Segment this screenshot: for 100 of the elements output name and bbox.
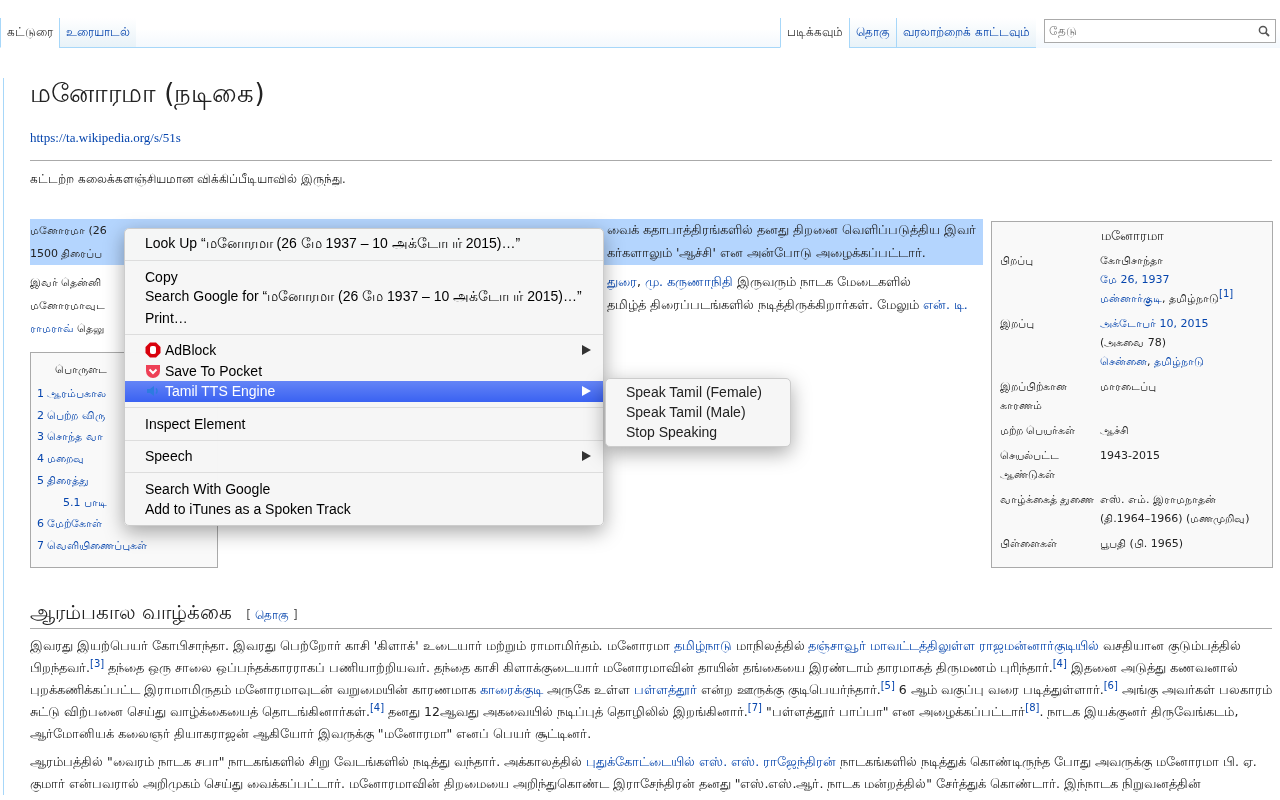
link[interactable]: துரை [607, 274, 637, 289]
section-heading: ஆரம்பகால வாழ்க்கை [30, 600, 233, 626]
tab[interactable]: வரலாற்றைக் காட்டவும் [896, 18, 1036, 48]
body-text: நாடகங்களில் நடித்துக் கொண்டிருந்த போது அவருக்கு மனோரமா பி. ஏ. [839, 754, 1257, 769]
toc-link[interactable]: 7 வெளியிணைப்புகள் [37, 534, 217, 557]
toc-title: பொருளட [55, 363, 107, 377]
body-text: "பள்ளத்தூர் பாப்பா" என அழைக்கப்பட்டார் [764, 704, 1026, 719]
citation-link[interactable]: [7] [747, 701, 762, 713]
link[interactable]: தஞ்சாவூர் மாவட்டத்திலுள்ள ராஜமன்னார்குடியில் [808, 638, 1100, 653]
citation-link[interactable]: [5] [880, 679, 895, 691]
body-text: ஆச்சி [1100, 424, 1129, 437]
search-field[interactable]: தேடு [1044, 19, 1276, 43]
menu-item[interactable]: Search With Google [125, 478, 603, 499]
menu-item[interactable]: Inspect Element [125, 413, 603, 434]
link[interactable]: அக்டோபர் 10, 2015 [1100, 317, 1209, 330]
body-text: குமார் என்பவரால் அறிமுகம் செய்து வைக்கப்பட்டார். மனோரமாவின் திறமையை அறிந்துகொண்ட இராசேந்திரன் தனது "எஸ்.எஸ்.ஆர். நாடக மன்றத்தில்" சேர்த்துக் கொண்டார். இந்நாடக நிறுவனத்தின் [30, 776, 1201, 791]
bracket: [ [246, 608, 252, 623]
body-text: மாரடைப்பு [1100, 380, 1156, 393]
body-text: புறக்கணிக்கப்பட்ட இராமாமிருதம் மனோரமாவுடன் வறுமையின் காரணமாக [30, 682, 477, 697]
body-text: பிறந்தவர். [30, 660, 90, 675]
body-text: பூபதி (பி. 1965) [1100, 537, 1184, 550]
body-text: 6 ஆம் வகுப்பு வரை படித்துள்ளார். [897, 682, 1104, 697]
body-text: இருவரும் நாடக மேடைகளில் [735, 274, 911, 289]
tagline: கட்டற்ற கலைக்களஞ்சியமான விக்கிப்பீடியாவில் இருந்து. [30, 172, 346, 187]
body-text: கோபிசாந்தா [1100, 254, 1163, 267]
link[interactable]: தமிழ்நாடு [673, 638, 732, 653]
short-url-link[interactable]: https://ta.wikipedia.org/s/51s [30, 130, 181, 146]
body-text: , [1147, 355, 1152, 368]
menu-item[interactable]: Print… [125, 307, 603, 328]
link[interactable]: காரைக்குடி [479, 682, 543, 697]
body-text: சுட்டு விற்பனை செய்து வாழ்க்கையைத் தொடங்கினார்கள். [30, 704, 370, 719]
body-text: இதனை அடுத்து கணவனால் [1069, 660, 1238, 675]
tab[interactable]: கட்டுரை [0, 18, 59, 48]
body-text: ஆர்மோனியக் கலைஞர் தியாகராஜன் ஆகியோர் இவருக்கு "மனோரமா" எனப் பெயர் சூட்டினர். [30, 726, 592, 741]
bracket: ] [293, 608, 298, 623]
submenu-arrow-icon [582, 451, 591, 462]
body-text: 1943-2015 [1100, 449, 1160, 462]
body-text: , தமிழ்நாடு [1162, 292, 1219, 305]
infobox-label: பிறப்பு [1000, 253, 1034, 269]
body-text: , [637, 274, 642, 289]
infobox-label: மற்ற பெயர்கள் [1000, 423, 1077, 439]
body-text: மாநிலத்தில் [734, 638, 806, 653]
link[interactable]: தமிழ்நாடு [1154, 355, 1204, 368]
body-text: அருகே உள்ள [545, 682, 631, 697]
body-text: . நாடக இயக்குனர் திருவேங்கடம், [1039, 704, 1239, 719]
menu-item[interactable]: Speak Tamil (Female) [606, 382, 790, 402]
link[interactable]: மே 26, 1937 [1100, 273, 1170, 286]
infobox-label: இறப்பு [1000, 316, 1035, 332]
body-text: (தி.1964–1966) (மணமுறிவு) [1100, 512, 1250, 525]
body-text: (அகவை 78) [1100, 336, 1167, 349]
infobox-label: பிள்ளைகள் [1000, 536, 1058, 552]
edit-link[interactable]: தொகு [255, 608, 290, 623]
tab[interactable]: படிக்கவும் [780, 18, 850, 48]
body-text: என்ற ஊருக்கு குடிபெயர்ந்தார். [699, 682, 881, 697]
menu-item[interactable]: Tamil TTS Engine [125, 381, 603, 402]
body-text: தெலு [76, 322, 105, 335]
menu-item[interactable]: Add to iTunes as a Spoken Track [125, 499, 603, 520]
body-text: தந்தை ஒரு சாலை ஒப்பந்தக்காரராகப் பணியாற்றியவர். தந்தை காசி கிளாக்குடையார் மனோரமாவின் தாயின் தங்கையை இரண்டாம் தாரமாகத் திருமணம் புரிந்தார். [107, 660, 1053, 675]
tab[interactable]: தொகு [849, 18, 897, 48]
citation-link[interactable]: [4] [369, 701, 385, 713]
link[interactable]: சென்னை [1100, 355, 1147, 368]
link[interactable]: புதுக்கோட்டையில் எஸ். எஸ். ராஜேந்திரன் [586, 754, 837, 769]
menu-item[interactable]: Copy [125, 266, 603, 287]
menu-item[interactable]: Speak Tamil (Male) [606, 402, 790, 422]
link[interactable]: பள்ளத்தூர் [633, 682, 697, 697]
infobox-title: மனோரமா [1099, 228, 1165, 245]
pocket-icon [145, 362, 161, 379]
body-text: இவரது இயற்பெயர் கோபிசாந்தா. இவரது பெற்றோர் காசி 'கிளாக்' உடையார் மற்றும் ராமாமிர்தம். மனோரமா [30, 638, 671, 653]
menu-item[interactable]: Speech [125, 446, 603, 467]
menu-item[interactable]: Save To Pocket [125, 360, 603, 381]
link[interactable]: ராமராவ் [30, 322, 74, 335]
infobox-label: வாழ்க்கைத் துணை [1000, 492, 1096, 508]
citation-link[interactable]: [6] [1103, 679, 1118, 691]
body-text: வைக் கதாபாத்திரங்களில் தனது திறனை வெளிப்படுத்திய இவர் [607, 222, 976, 237]
body-text: மனோரமாவுட [30, 299, 105, 312]
body-text: தனது 12ஆவது அகவையில் நடிப்புத் தொழிலில் இறங்கினார். [387, 704, 748, 719]
infobox-label: செயல்பட்ட ஆண்டுகள் [1000, 448, 1060, 483]
page-title: மனோரமா (நடிகை) [30, 78, 266, 112]
menu-item[interactable]: Look Up “மனோரமா (26 மே 1937 – 10 அக்டோபர் 2015)…” [125, 234, 603, 255]
search-icon[interactable] [1258, 25, 1270, 37]
citation-link[interactable]: [8] [1025, 701, 1040, 713]
body-text: எஸ். எம். இராமநாதன் [1100, 493, 1216, 506]
body-text: தமிழ்த் திரைப்படங்களில் நடித்திருக்கிறார்கள். மேலும் [607, 297, 920, 312]
body-text: மனோரமா (26 [30, 224, 107, 237]
citation-link[interactable]: [4] [1052, 657, 1067, 669]
body-text: இவர் தென்னி [30, 276, 102, 289]
link[interactable]: மன்னார்குடி [1100, 292, 1162, 305]
infobox-label: இறப்பிற்கான காரணம் [1000, 379, 1068, 414]
link[interactable]: என். டி. [922, 297, 968, 312]
menu-item[interactable]: AdBlock [125, 340, 603, 361]
menu-item[interactable]: Search Google for “மனோரமா (26 மே 1937 – 10 அக்டோபர் 2015)…” [125, 287, 603, 308]
body-text: அங்கு அவர்கள் பலகாரம் [1120, 682, 1272, 697]
menu-item[interactable]: Stop Speaking [606, 422, 790, 442]
body-text: வசதியான குடும்பத்தில் [1102, 638, 1242, 653]
citation-link[interactable]: [1] [1219, 288, 1234, 300]
tab[interactable]: உரையாடல் [59, 18, 136, 48]
citation-link[interactable]: [3] [90, 657, 105, 669]
link[interactable]: மு. கருணாநிதி [644, 274, 733, 289]
submenu-arrow-icon [582, 386, 591, 397]
body-text: ஆரம்பத்தில் "வைரம் நாடக சபா" நாடகங்களில் சிறு வேடங்களில் நடித்து வந்தார். அக்காலத்தில் [30, 754, 584, 769]
